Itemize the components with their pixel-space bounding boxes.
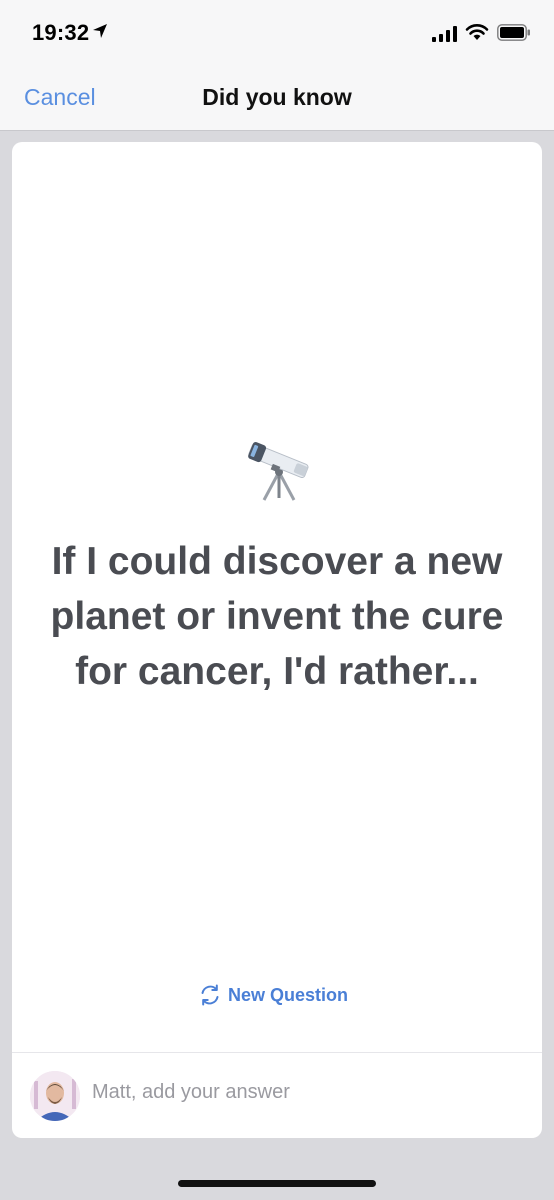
cellular-signal-icon: [432, 26, 457, 42]
new-question-label: New Question: [228, 984, 349, 1005]
answer-input[interactable]: [92, 1081, 512, 1104]
status-bar: 19:32: [0, 0, 554, 64]
avatar-image: [30, 1071, 80, 1121]
refresh-icon: [201, 984, 219, 1006]
battery-icon: [497, 24, 530, 41]
question-text: If I could discover a new planet or inve…: [50, 540, 504, 693]
answer-composer: [12, 1052, 542, 1138]
status-time: 19:32: [32, 20, 90, 45]
question-card: If I could discover a new planet or inve…: [12, 142, 542, 1138]
navigation-bar: Did you know Cancel: [0, 64, 554, 131]
wifi-icon: [465, 24, 489, 40]
cancel-button[interactable]: Cancel: [24, 84, 96, 111]
avatar: [30, 1071, 80, 1121]
telescope-icon: [248, 442, 309, 501]
new-question-button[interactable]: New Question: [198, 980, 348, 1010]
location-arrow-icon: [93, 24, 107, 38]
home-indicator[interactable]: [178, 1180, 376, 1187]
